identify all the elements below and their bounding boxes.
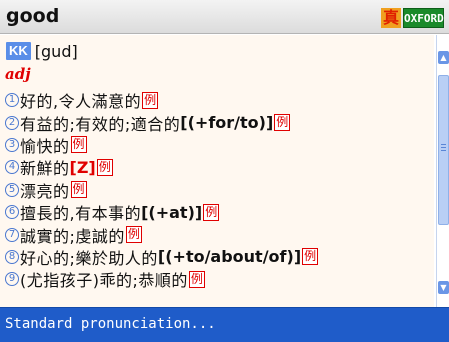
sense-list: 1 好的,令人滿意的 例 2 有益的;有效的;適合的 [(+for/to)] 例… bbox=[5, 89, 433, 291]
vertical-scrollbar[interactable]: ▲ ▼ bbox=[436, 35, 449, 307]
sense-text: 好的,令人滿意的 bbox=[20, 92, 142, 112]
sense-text: 有益的;有效的;適合的 bbox=[20, 114, 181, 134]
sense-item: 2 有益的;有效的;適合的 [(+for/to)] 例 bbox=[5, 111, 433, 134]
sense-item: 9 (尤指孩子)乖的;恭順的 例 bbox=[5, 268, 433, 290]
grammar-note: [(+to/about/of)] bbox=[157, 247, 302, 267]
status-bar: Standard pronunciation... bbox=[0, 307, 449, 342]
sense-item: 6 擅長的,有本事的 [(+at)] 例 bbox=[5, 201, 433, 223]
sense-number: 9 bbox=[5, 272, 19, 287]
sense-number: 5 bbox=[5, 182, 19, 197]
example-icon[interactable]: 例 bbox=[70, 136, 87, 154]
example-icon[interactable]: 例 bbox=[188, 270, 205, 288]
scroll-up-arrow-icon[interactable]: ▲ bbox=[438, 51, 449, 64]
sense-text: 誠實的;虔誠的 bbox=[20, 226, 125, 246]
scroll-thumb[interactable] bbox=[438, 75, 449, 225]
sense-number: 4 bbox=[5, 160, 19, 175]
sense-number: 1 bbox=[5, 93, 19, 108]
grammar-code: [Z] bbox=[69, 157, 96, 177]
sense-text: 擅長的,有本事的 bbox=[20, 204, 142, 224]
pronunciation-row: KK [gud] bbox=[6, 41, 78, 61]
sense-text: 漂亮的 bbox=[20, 181, 70, 201]
sense-item: 7 誠實的;虔誠的 例 bbox=[5, 223, 433, 246]
sense-item: 1 好的,令人滿意的 例 bbox=[5, 89, 433, 111]
scroll-down-arrow-icon[interactable]: ▼ bbox=[438, 281, 449, 294]
example-icon[interactable]: 例 bbox=[125, 226, 142, 244]
sense-number: 8 bbox=[5, 249, 19, 264]
sense-item: 3 愉快的 例 bbox=[5, 134, 433, 156]
entry-content: KK [gud] adj 1 好的,令人滿意的 例 2 有益的;有效的;適合的 … bbox=[0, 35, 434, 307]
part-of-speech: adj bbox=[5, 65, 31, 83]
headword: good bbox=[6, 5, 60, 27]
status-text: Standard pronunciation... bbox=[5, 316, 216, 332]
example-icon[interactable]: 例 bbox=[274, 114, 291, 132]
sense-item: 5 漂亮的 例 bbox=[5, 179, 433, 201]
sense-text: (尤指孩子)乖的;恭順的 bbox=[20, 271, 188, 291]
sense-number: 7 bbox=[5, 227, 19, 242]
sense-text: 新鮮的 bbox=[20, 159, 70, 179]
phonetic-text: [gud] bbox=[34, 41, 78, 61]
sense-item: 8 好心的;樂於助人的 [(+to/about/of)] 例 bbox=[5, 246, 433, 268]
kk-pronunciation-button[interactable]: KK bbox=[6, 42, 31, 60]
grammar-note: [(+for/to)] bbox=[180, 113, 274, 133]
sense-text: 好心的;樂於助人的 bbox=[20, 248, 158, 268]
sense-number: 2 bbox=[5, 115, 19, 130]
grammar-note: [(+at)] bbox=[141, 202, 203, 222]
grip-icon bbox=[441, 144, 446, 145]
sense-item: 4 新鮮的 [Z] 例 bbox=[5, 156, 433, 178]
example-icon[interactable]: 例 bbox=[70, 181, 87, 199]
oxford-badge-icon[interactable]: OXFORD bbox=[403, 8, 444, 28]
example-icon[interactable]: 例 bbox=[302, 248, 319, 266]
example-icon[interactable]: 例 bbox=[142, 91, 159, 109]
sense-number: 6 bbox=[5, 205, 19, 220]
example-icon[interactable]: 例 bbox=[96, 158, 113, 176]
zhen-badge-icon[interactable]: 真 bbox=[381, 8, 401, 28]
sense-number: 3 bbox=[5, 137, 19, 152]
sense-text: 愉快的 bbox=[20, 136, 70, 156]
example-icon[interactable]: 例 bbox=[203, 203, 220, 221]
title-bar: good 真 OXFORD bbox=[0, 0, 449, 34]
